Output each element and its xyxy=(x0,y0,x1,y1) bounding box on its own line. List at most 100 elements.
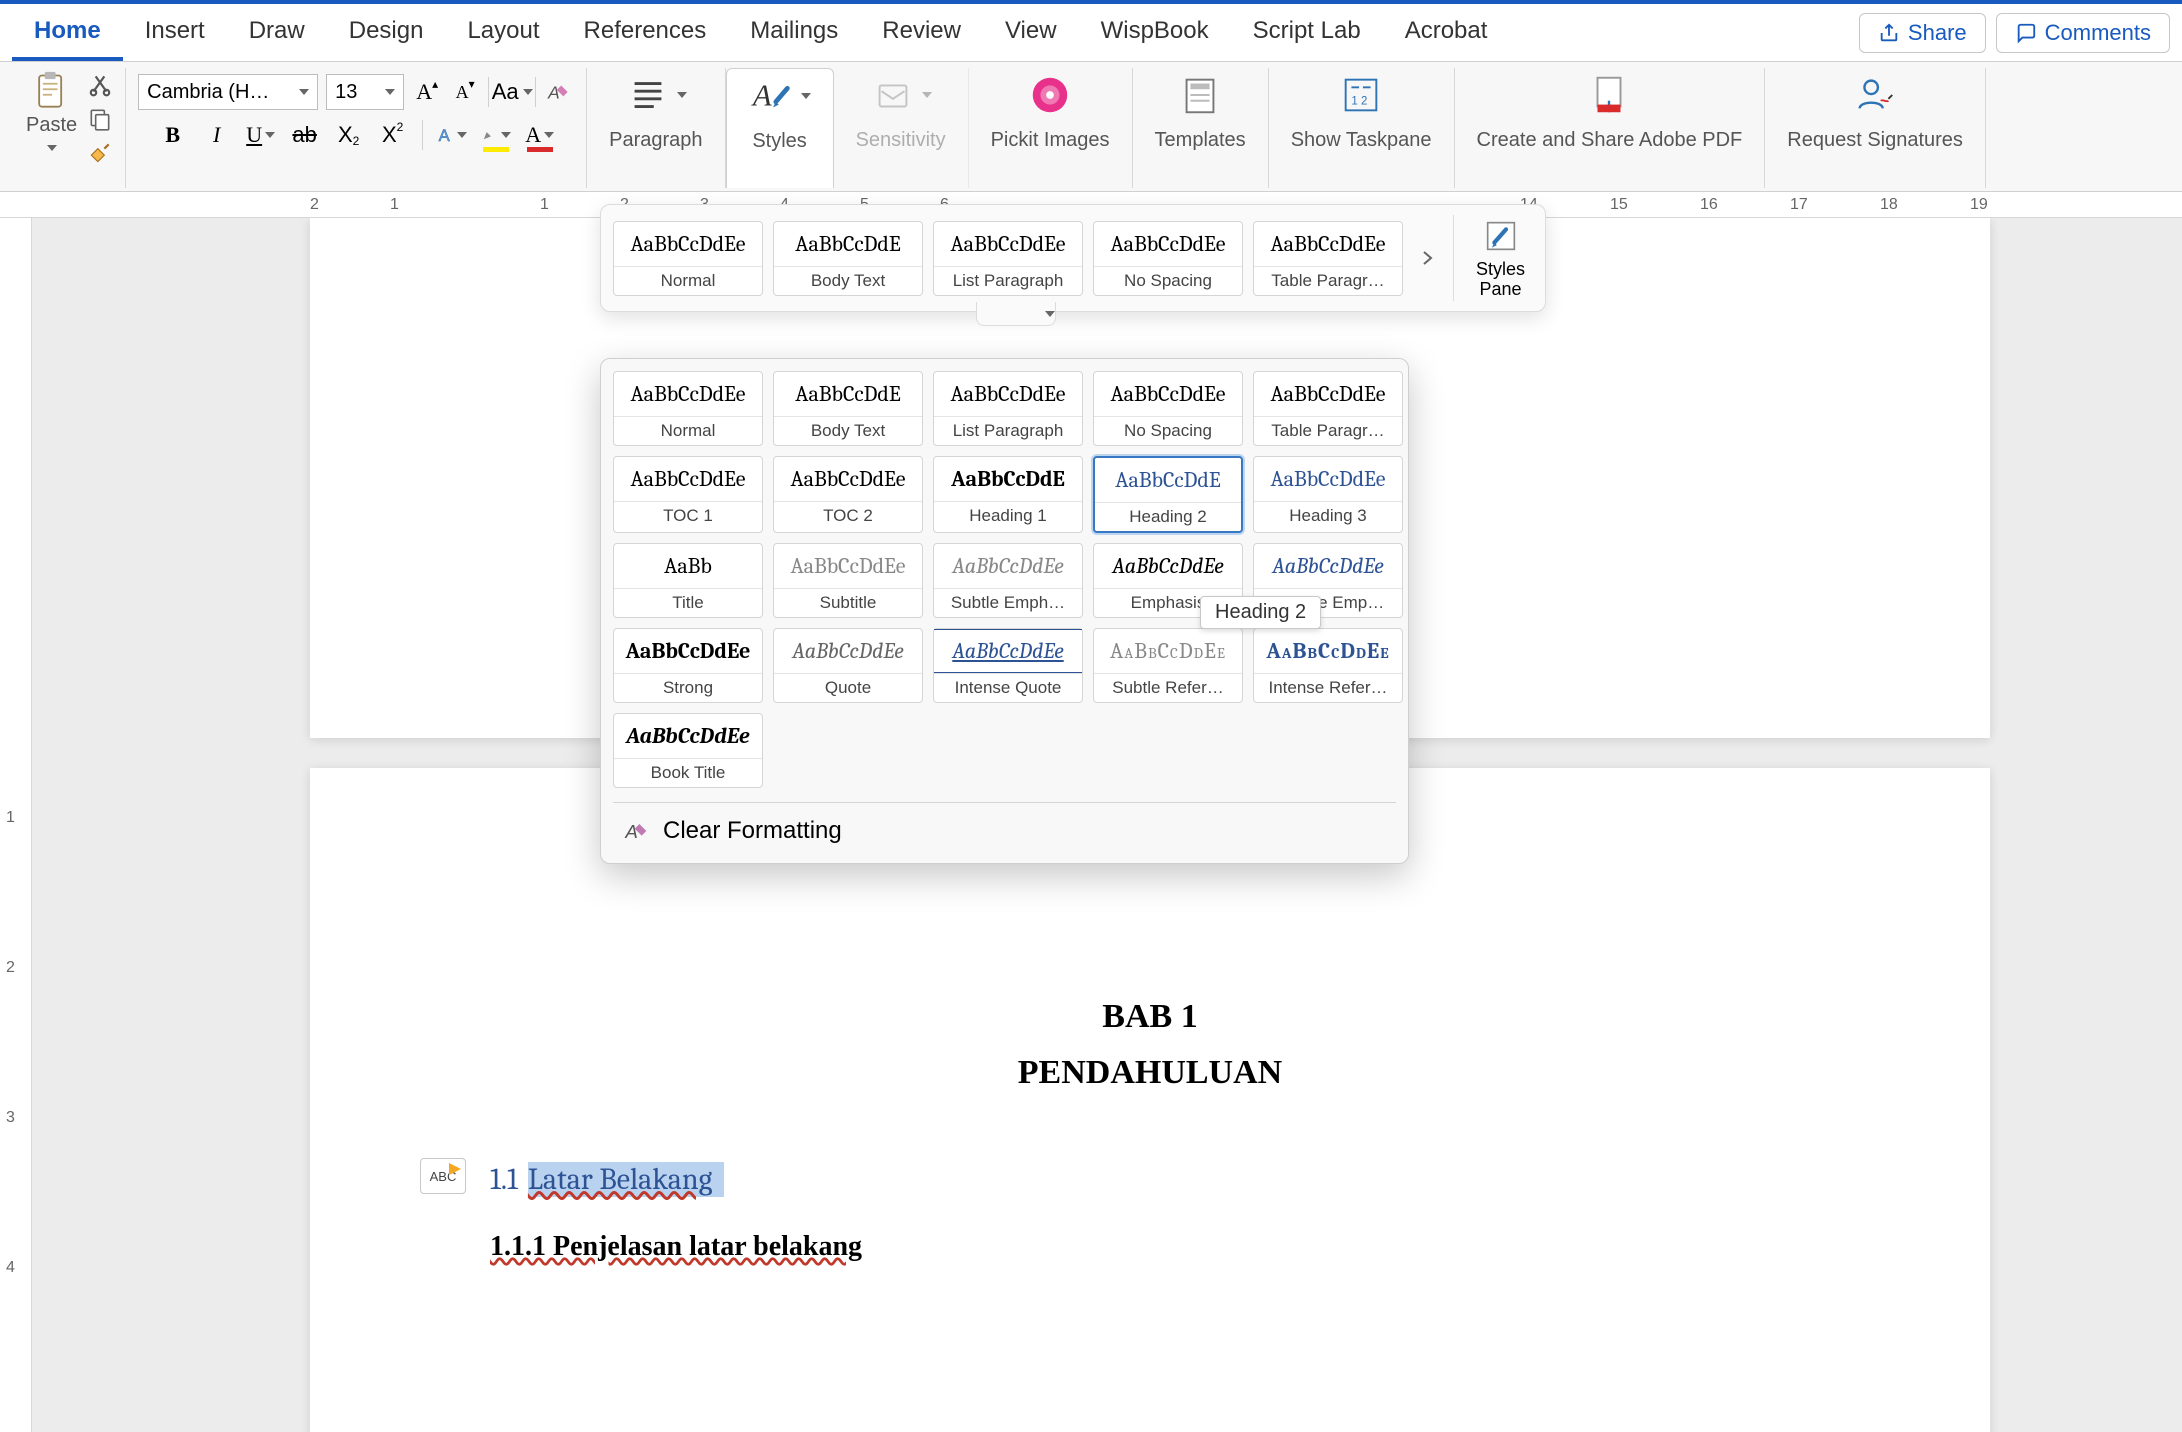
comment-icon xyxy=(2015,22,2037,44)
share-button[interactable]: Share xyxy=(1859,13,1986,53)
style-swatch-normal[interactable]: AaBbCcDdEeNormal xyxy=(613,221,763,296)
comments-button[interactable]: Comments xyxy=(1996,13,2170,53)
taskpane-group[interactable]: 1 2 Show Taskpane xyxy=(1269,68,1455,188)
style-option-no-spacing[interactable]: AaBbCcDdEeNo Spacing xyxy=(1093,371,1243,446)
svg-text:A: A xyxy=(438,126,450,145)
templates-label: Templates xyxy=(1155,128,1246,158)
style-option-subtitle[interactable]: AaBbCcDdEeSubtitle xyxy=(773,543,923,618)
font-name-value: Cambria (H… xyxy=(147,81,269,104)
autocorrect-options-badge[interactable]: ABC xyxy=(420,1158,466,1194)
tab-home[interactable]: Home xyxy=(12,5,123,61)
style-option-intense-refer-[interactable]: AaBbCcDdEeIntense Refer… xyxy=(1253,628,1403,703)
comments-label: Comments xyxy=(2045,20,2151,46)
doc-heading2[interactable]: 1.1 Latar Belakang xyxy=(490,1162,724,1197)
style-option-book-title[interactable]: AaBbCcDdEeBook Title xyxy=(613,713,763,788)
style-option-body-text[interactable]: AaBbCcDdEBody Text xyxy=(773,371,923,446)
pickit-group[interactable]: Pickit Images xyxy=(969,68,1133,188)
tab-draw[interactable]: Draw xyxy=(227,5,327,61)
paste-label: Paste xyxy=(26,114,77,143)
tab-wispbook[interactable]: WispBook xyxy=(1079,5,1231,61)
tab-layout[interactable]: Layout xyxy=(445,5,561,61)
taskpane-icon: 1 2 xyxy=(1338,72,1384,118)
italic-button[interactable]: I xyxy=(202,120,232,150)
doc-h2-text-selected: Latar Belakang xyxy=(528,1162,724,1197)
style-option-quote[interactable]: AaBbCcDdEeQuote xyxy=(773,628,923,703)
bold-button[interactable]: B xyxy=(158,120,188,150)
shrink-font-button[interactable]: A▾ xyxy=(450,77,480,107)
style-swatch-list-paragraph[interactable]: AaBbCcDdEeList Paragraph xyxy=(933,221,1083,296)
tab-mailings[interactable]: Mailings xyxy=(728,5,860,61)
doc-heading3[interactable]: 1.1.1 Penjelasan latar belakang xyxy=(490,1231,1810,1263)
styles-label: Styles xyxy=(752,129,806,159)
vertical-ruler[interactable]: 1234 xyxy=(0,218,32,1432)
paragraph-group[interactable]: Paragraph xyxy=(587,68,725,188)
templates-icon xyxy=(1177,72,1223,118)
font-color-button[interactable]: A xyxy=(525,120,555,150)
styles-pane-button[interactable]: Styles Pane xyxy=(1453,215,1533,301)
tab-review[interactable]: Review xyxy=(860,5,983,61)
styles-icon: A xyxy=(749,73,795,119)
subscript-button[interactable]: X2 xyxy=(334,120,364,150)
style-option-subtle-emph-[interactable]: AaBbCcDdEeSubtle Emph… xyxy=(933,543,1083,618)
paragraph-icon xyxy=(625,72,671,118)
adobe-pdf-group[interactable]: Create and Share Adobe PDF xyxy=(1455,68,1766,188)
sensitivity-icon xyxy=(870,72,916,118)
ruler-mark: 15 xyxy=(1610,196,1628,214)
text-effects-button[interactable]: A xyxy=(437,120,467,150)
signatures-label: Request Signatures xyxy=(1787,128,1963,158)
cut-icon[interactable] xyxy=(87,72,113,98)
style-option-list-paragraph[interactable]: AaBbCcDdEeList Paragraph xyxy=(933,371,1083,446)
vruler-mark: 2 xyxy=(6,959,15,977)
style-option-heading-2[interactable]: AaBbCcDdEHeading 2 xyxy=(1093,456,1243,533)
underline-button[interactable]: U xyxy=(246,120,276,150)
style-option-normal[interactable]: AaBbCcDdEeNormal xyxy=(613,371,763,446)
clear-formatting-button[interactable]: A xyxy=(544,77,574,107)
style-swatch-table-paragr-[interactable]: AaBbCcDdEeTable Paragr… xyxy=(1253,221,1403,296)
tab-acrobat[interactable]: Acrobat xyxy=(1383,5,1510,61)
style-option-heading-3[interactable]: AaBbCcDdEeHeading 3 xyxy=(1253,456,1403,533)
style-option-subtle-refer-[interactable]: AaBbCcDdEeSubtle Refer… xyxy=(1093,628,1243,703)
ruler-mark: 17 xyxy=(1790,196,1808,214)
signatures-group[interactable]: Request Signatures xyxy=(1765,68,1986,188)
strikethrough-button[interactable]: ab xyxy=(290,120,320,150)
doc-chapter: BAB 1 xyxy=(310,998,1990,1036)
styles-group[interactable]: A Styles xyxy=(726,68,834,188)
style-option-title[interactable]: AaBbTitle xyxy=(613,543,763,618)
style-option-strong[interactable]: AaBbCcDdEeStrong xyxy=(613,628,763,703)
style-option-table-paragr-[interactable]: AaBbCcDdEeTable Paragr… xyxy=(1253,371,1403,446)
superscript-button[interactable]: X2 xyxy=(378,120,408,150)
tab-script-lab[interactable]: Script Lab xyxy=(1231,5,1383,61)
tab-view[interactable]: View xyxy=(983,5,1079,61)
templates-group[interactable]: Templates xyxy=(1133,68,1269,188)
clear-formatting-item[interactable]: A Clear Formatting xyxy=(613,802,1396,851)
clipboard-group: Paste xyxy=(10,68,126,188)
style-option-toc-1[interactable]: AaBbCcDdEeTOC 1 xyxy=(613,456,763,533)
svg-text:A: A xyxy=(547,83,560,103)
change-case-button[interactable]: Aa xyxy=(497,77,527,107)
paste-button[interactable]: Paste xyxy=(22,68,81,153)
style-option-toc-2[interactable]: AaBbCcDdEeTOC 2 xyxy=(773,456,923,533)
tab-design[interactable]: Design xyxy=(327,5,446,61)
grow-font-button[interactable]: A▴ xyxy=(412,77,442,107)
clear-formatting-label: Clear Formatting xyxy=(663,817,842,845)
ruler-mark: 19 xyxy=(1970,196,1988,214)
styles-more-arrow[interactable] xyxy=(1413,218,1443,298)
style-swatch-no-spacing[interactable]: AaBbCcDdEeNo Spacing xyxy=(1093,221,1243,296)
page-current[interactable]: BAB 1 PENDAHULUAN ABC 1.1 Latar Belakang… xyxy=(310,768,1990,1432)
styles-expand-chevron[interactable] xyxy=(976,302,1056,326)
font-size-combo[interactable]: 13 xyxy=(326,74,404,110)
clipboard-icon xyxy=(30,70,74,114)
style-option-intense-quote[interactable]: AaBbCcDdEeIntense Quote xyxy=(933,628,1083,703)
font-name-combo[interactable]: Cambria (H… xyxy=(138,74,318,110)
tab-insert[interactable]: Insert xyxy=(123,5,227,61)
paragraph-label: Paragraph xyxy=(609,128,702,158)
tab-references[interactable]: References xyxy=(562,5,729,61)
style-swatch-body-text[interactable]: AaBbCcDdEBody Text xyxy=(773,221,923,296)
ruler-mark: 1 xyxy=(540,196,549,214)
svg-text:A: A xyxy=(750,79,771,113)
style-tooltip: Heading 2 xyxy=(1200,596,1321,629)
style-option-heading-1[interactable]: AaBbCcDdEHeading 1 xyxy=(933,456,1083,533)
format-painter-icon[interactable] xyxy=(87,140,113,166)
copy-icon[interactable] xyxy=(87,106,113,132)
highlight-button[interactable] xyxy=(481,120,511,150)
